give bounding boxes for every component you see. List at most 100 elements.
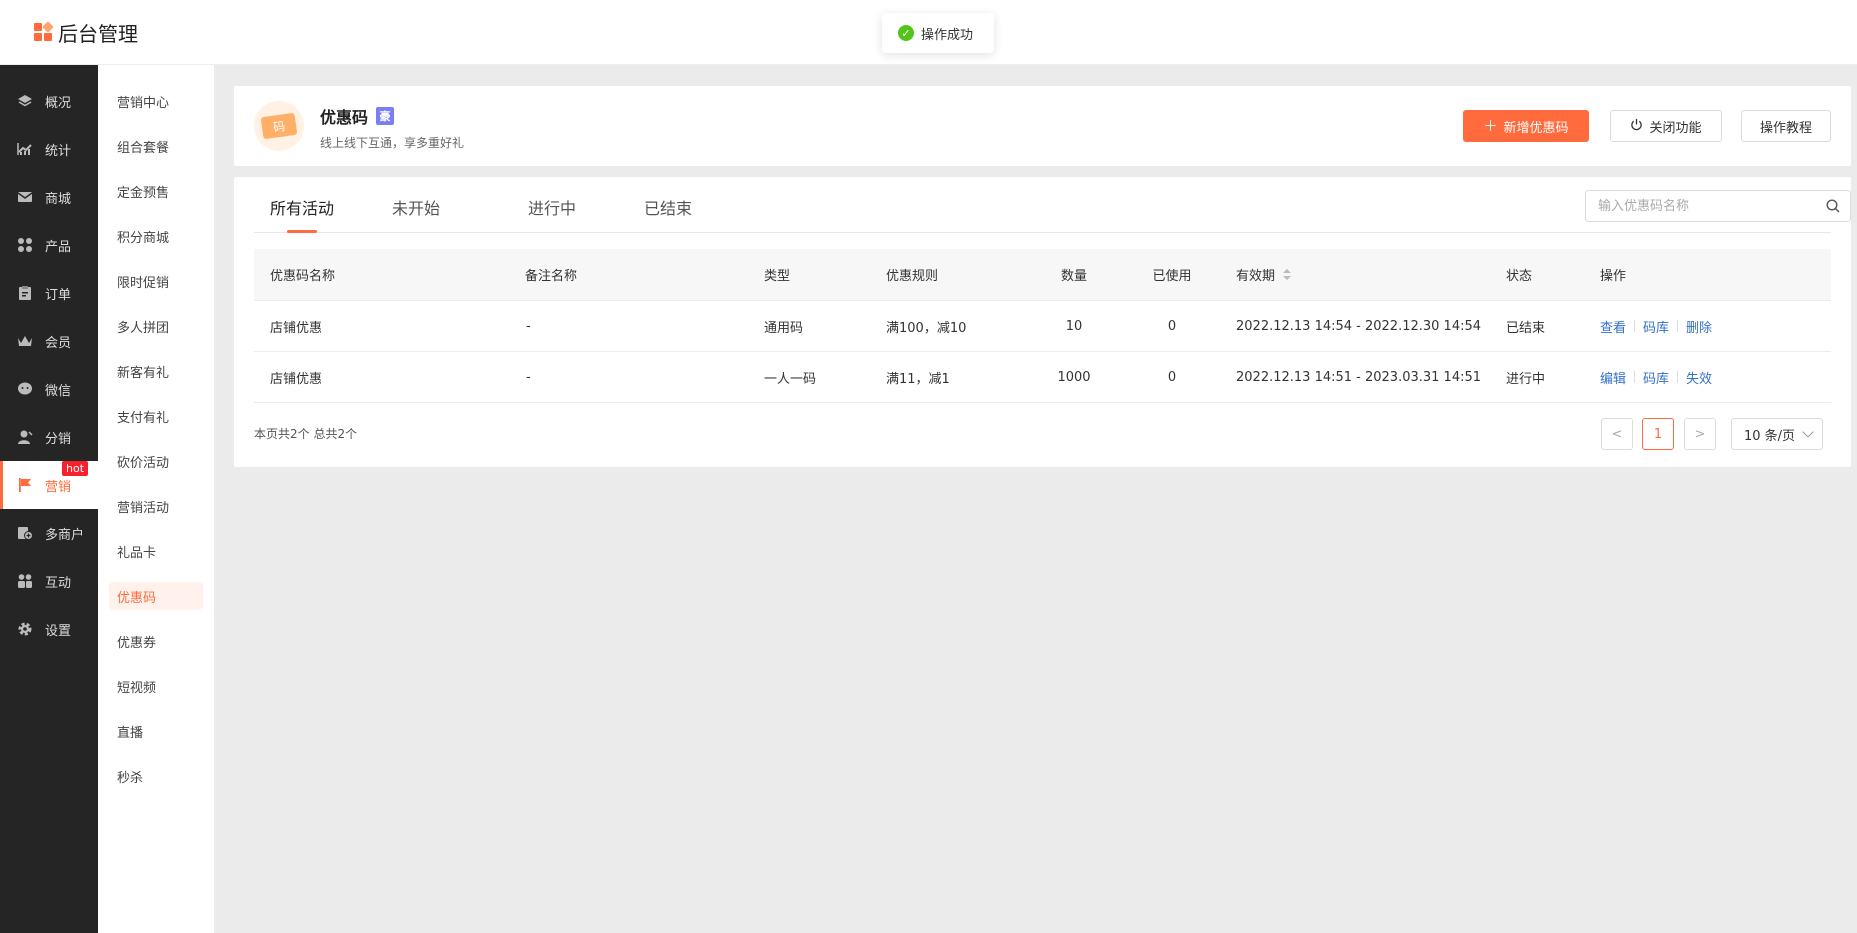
toast-text: 操作成功 [921,27,974,43]
tab-ended[interactable]: 已结束 [644,195,692,233]
logo-icon [34,20,54,43]
row-actions: 查看 码库 删除 [1600,301,1712,351]
nav-item-marketing[interactable]: 营销 hot [0,461,98,509]
plus-icon: ＋ [1483,119,1498,135]
nav-item-members[interactable]: 会员 [0,317,98,365]
feature-header-card: 码 优惠码 豪 线上线下互通，享多重好礼 ＋ 新增优惠码 关闭功能 操作教程 [234,86,1851,166]
gear-icon [17,621,33,637]
logo[interactable]: 后台管理 [34,18,138,47]
app-title: 后台管理 [58,22,138,46]
search-box [1585,190,1851,222]
chat-icon [17,381,33,397]
nav-item-mall[interactable]: 商城 [0,173,98,221]
coupon-ticket-icon: 码 [254,101,304,151]
submenu-item[interactable]: 礼品卡 [109,537,203,565]
grid-icon [17,237,33,253]
tab-not-started[interactable]: 未开始 [392,195,440,233]
submenu-item[interactable]: 砍价活动 [109,447,203,475]
add-coupon-code-button[interactable]: ＋ 新增优惠码 [1463,110,1589,142]
tab-in-progress[interactable]: 进行中 [528,195,576,233]
store-icon [17,525,33,541]
coupon-table: 优惠码名称 备注名称 类型 优惠规则 数量 已使用 有效期 状态 操作 店铺优惠… [254,249,1831,403]
row-actions: 编辑 码库 失效 [1600,352,1712,402]
flag-icon [17,477,33,493]
delete-link[interactable]: 删除 [1686,317,1712,336]
search-icon[interactable] [1826,199,1840,213]
col-status: 状态 [1506,269,1533,284]
coupon-list-card: 所有活动 未开始 进行中 已结束 优惠码名称 备注名称 类型 优惠规则 数量 已… [234,177,1851,467]
col-ops: 操作 [1600,269,1627,284]
tab-all[interactable]: 所有活动 [270,195,334,233]
submenu-item[interactable]: 直播 [109,717,203,745]
col-type: 类型 [764,269,791,284]
submenu-item[interactable]: 营销中心 [109,87,203,115]
primary-sidebar: 概况 统计 商城 产品 订单 会员 微信 分销 营销 hot 多商户 互动 设置 [0,65,98,933]
col-remark: 备注名称 [525,269,578,284]
clipboard-icon [17,285,33,301]
nav-item-stats[interactable]: 统计 [0,125,98,173]
layers-icon [17,93,33,109]
nav-item-orders[interactable]: 订单 [0,269,98,317]
chevron-down-icon [1802,426,1814,438]
submenu-item[interactable]: 多人拼团 [109,312,203,340]
nav-item-interaction[interactable]: 互动 [0,557,98,605]
user-icon [17,429,33,445]
submenu-item[interactable]: 定金预售 [109,177,203,205]
table-header: 优惠码名称 备注名称 类型 优惠规则 数量 已使用 有效期 状态 操作 [254,249,1831,301]
check-circle-icon: ✓ [898,25,914,41]
submenu-item[interactable]: 支付有礼 [109,402,203,430]
search-input[interactable] [1586,191,1816,221]
chart-icon [17,141,33,157]
divider [1634,371,1636,383]
submenu-item-coupon-code[interactable]: 优惠码 [109,582,203,610]
submenu-item[interactable]: 积分商城 [109,222,203,250]
divider [1634,320,1636,332]
col-name: 优惠码名称 [270,269,336,284]
sort-icon[interactable] [1283,268,1292,281]
submenu-item[interactable]: 优惠券 [109,627,203,655]
people-icon [17,573,33,589]
page-size-select[interactable]: 10 条/页 [1731,418,1823,450]
close-feature-button[interactable]: 关闭功能 [1610,110,1722,142]
crown-icon [17,333,33,349]
edit-link[interactable]: 编辑 [1600,368,1626,387]
secondary-sidebar: 营销中心 组合套餐 定金预售 积分商城 限时促销 多人拼团 新客有礼 支付有礼 … [98,65,214,933]
divider [1677,371,1679,383]
col-used: 已使用 [1152,269,1192,284]
code-library-link[interactable]: 码库 [1643,317,1669,336]
mail-icon [17,189,33,205]
nav-item-wechat[interactable]: 微信 [0,365,98,413]
submenu-item[interactable]: 秒杀 [109,762,203,790]
invalidate-link[interactable]: 失效 [1686,368,1712,387]
pagination-summary: 本页共2个 总共2个 [254,427,358,441]
col-rule: 优惠规则 [886,269,939,284]
nav-item-settings[interactable]: 设置 [0,605,98,653]
submenu-item[interactable]: 短视频 [109,672,203,700]
table-row: 店铺优惠 - 一人一码 满11，减1 1000 0 2022.12.13 14:… [254,352,1831,403]
power-icon [1630,118,1643,135]
next-page-button[interactable]: > [1684,418,1716,450]
premium-badge: 豪 [376,107,395,125]
nav-item-multi-merchant[interactable]: 多商户 [0,509,98,557]
tutorial-button[interactable]: 操作教程 [1741,110,1831,142]
submenu-item[interactable]: 营销活动 [109,492,203,520]
page-title: 优惠码 豪 [320,104,395,128]
submenu-item[interactable]: 限时促销 [109,267,203,295]
nav-item-overview[interactable]: 概况 [0,77,98,125]
hot-badge: hot [62,461,89,476]
col-qty: 数量 [1060,269,1087,284]
top-bar: 后台管理 ✓ 操作成功 [0,0,1857,65]
status-tabs: 所有活动 未开始 进行中 已结束 [254,177,1851,233]
submenu-item[interactable]: 组合套餐 [109,132,203,160]
col-period[interactable]: 有效期 [1236,249,1292,300]
prev-page-button[interactable]: < [1601,418,1633,450]
page-number-button[interactable]: 1 [1642,418,1674,450]
view-link[interactable]: 查看 [1600,317,1626,336]
success-toast: ✓ 操作成功 [882,13,994,53]
code-library-link[interactable]: 码库 [1643,368,1669,387]
divider [1677,320,1679,332]
nav-item-distribution[interactable]: 分销 [0,413,98,461]
nav-item-products[interactable]: 产品 [0,221,98,269]
submenu-item[interactable]: 新客有礼 [109,357,203,385]
table-row: 店铺优惠 - 通用码 满100，减10 10 0 2022.12.13 14:5… [254,301,1831,352]
